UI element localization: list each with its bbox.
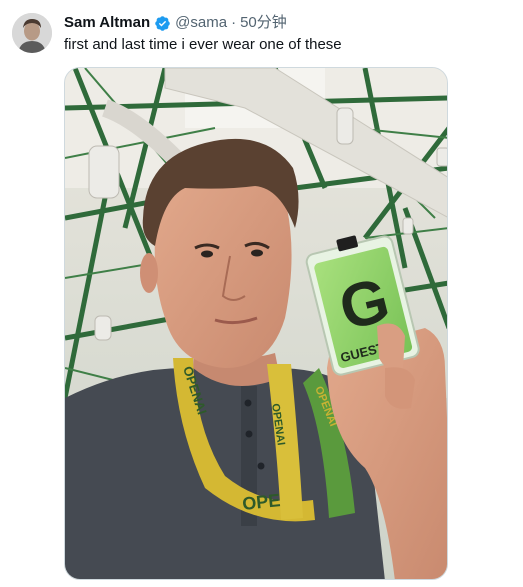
author-handle[interactable]: @sama: [175, 13, 227, 33]
tweet: Sam Altman @sama · 50分钟 first and last t…: [0, 0, 523, 587]
timestamp[interactable]: 50分钟: [240, 13, 287, 33]
photo-illustration: OPENAI OPE OPENAI OPENAI G GUEST 04: [65, 68, 447, 579]
lanyard-text-bottom: OPE: [241, 490, 281, 514]
tweet-header: Sam Altman @sama · 50分钟: [64, 13, 287, 33]
separator-dot: ·: [231, 14, 237, 31]
tweet-photo[interactable]: OPENAI OPE OPENAI OPENAI G GUEST 04: [64, 67, 448, 580]
avatar[interactable]: [12, 13, 52, 53]
author-name[interactable]: Sam Altman: [64, 13, 150, 33]
tweet-text: first and last time i ever wear one of t…: [64, 36, 342, 53]
verified-badge-icon: [155, 15, 170, 31]
